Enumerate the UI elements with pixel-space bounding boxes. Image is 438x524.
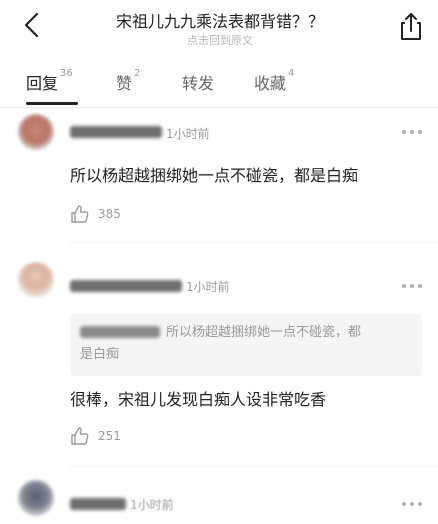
divider (70, 242, 438, 243)
tab-favorites-count: 4 (288, 68, 295, 79)
tab-replies-count: 36 (60, 68, 73, 79)
like-count: 251 (98, 429, 121, 443)
quoted-username-blurred (80, 326, 160, 338)
thumbs-up-icon (71, 427, 89, 445)
username-blurred[interactable] (70, 280, 182, 292)
tab-likes-count: 2 (134, 68, 141, 79)
username-blurred[interactable] (70, 126, 162, 138)
more-options-button[interactable] (402, 130, 424, 136)
tab-likes-label: 赞 (116, 74, 133, 93)
quoted-text-line1: 所以杨超越捆绑她一点不碰瓷，都 (166, 325, 362, 340)
tab-bar: 回复36 赞2 转发 收藏4 (0, 60, 438, 108)
more-options-button[interactable] (402, 284, 424, 290)
page-title[interactable]: 宋祖儿九九乘法表都背错？？ (70, 8, 370, 32)
tab-likes[interactable]: 赞2 (116, 68, 141, 94)
tab-replies[interactable]: 回复36 (26, 68, 73, 94)
comment-item: 1小时前 (0, 470, 438, 524)
tab-replies-label: 回复 (26, 74, 59, 93)
avatar[interactable] (18, 114, 54, 150)
back-to-original-link[interactable]: 点击回到原文 (70, 32, 370, 48)
like-count: 385 (98, 207, 121, 221)
comment-text: 所以杨超越捆绑她一点不碰瓷，都是白痴 (70, 166, 359, 185)
share-button[interactable] (396, 10, 426, 42)
divider (70, 466, 438, 467)
username-blurred[interactable] (70, 498, 126, 510)
tab-reposts[interactable]: 转发 (182, 70, 214, 94)
back-button[interactable] (18, 10, 48, 40)
comment-time: 1小时前 (186, 280, 230, 294)
avatar[interactable] (18, 262, 54, 298)
quoted-comment[interactable]: 所以杨超越捆绑她一点不碰瓷，都 是白痴 (70, 314, 422, 376)
quoted-text-line2: 是白痴 (80, 347, 120, 362)
tab-favorites-label: 收藏 (254, 74, 287, 93)
comment-item: 1小时前 所以杨超越捆绑她一点不碰瓷，都 是白痴 很棒，宋祖儿发现白痴人设非常吃… (0, 250, 438, 460)
comment-time: 1小时前 (130, 498, 174, 512)
chevron-left-icon (24, 12, 39, 38)
comment-text: 很棒，宋祖儿发现白痴人设非常吃香 (70, 390, 327, 409)
avatar[interactable] (18, 480, 54, 516)
thumbs-up-icon (71, 205, 89, 223)
comment-time: 1小时前 (166, 127, 210, 141)
share-icon (401, 13, 421, 40)
tab-favorites[interactable]: 收藏4 (254, 68, 295, 94)
active-tab-indicator (26, 102, 78, 105)
more-options-button[interactable] (402, 502, 424, 508)
top-bar: 宋祖儿九九乘法表都背错？？ 点击回到原文 (0, 0, 438, 54)
tab-reposts-label: 转发 (182, 74, 215, 93)
comment-item: 1小时前 所以杨超越捆绑她一点不碰瓷，都是白痴 385 (0, 108, 438, 240)
